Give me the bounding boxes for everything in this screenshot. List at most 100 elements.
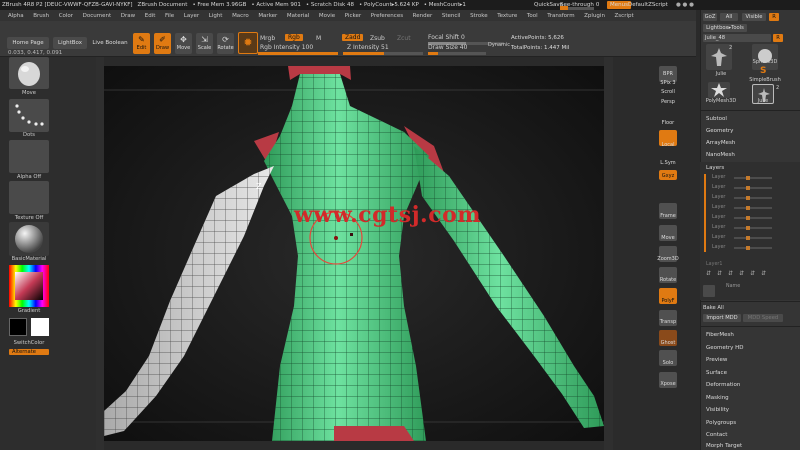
layer-strength-slider[interactable] <box>734 246 772 250</box>
menu-layer[interactable]: Layer <box>184 13 199 19</box>
menu-zplugin[interactable]: Zplugin <box>584 13 605 19</box>
mrgb-button[interactable]: Mrgb <box>260 35 275 42</box>
layer-row[interactable]: Layer <box>712 235 774 241</box>
material-selector[interactable] <box>9 222 49 256</box>
fibermesh-item[interactable]: FiberMesh <box>706 332 734 338</box>
layer-row[interactable]: Layer <box>712 215 774 221</box>
layer-row[interactable]: Layer <box>712 175 774 181</box>
menu-light[interactable]: Light <box>209 13 223 19</box>
lightbox-tools-button[interactable]: Lightbox▸Tools <box>703 24 747 32</box>
alpha-selector[interactable] <box>9 140 49 173</box>
brush-thumbnail[interactable]: ✹ <box>238 32 258 54</box>
surface-item[interactable]: Surface <box>706 370 727 376</box>
r-button[interactable]: R <box>769 13 779 21</box>
arraymesh-item[interactable]: ArrayMesh <box>706 140 735 146</box>
nanomesh-item[interactable]: NanoMesh <box>706 152 735 158</box>
brush-selector[interactable] <box>9 57 49 89</box>
r-tool-button[interactable]: R <box>773 34 783 42</box>
visible-button[interactable]: Visible <box>742 13 766 21</box>
deformation-item[interactable]: Deformation <box>706 382 740 388</box>
live-boolean-button[interactable]: Live Boolean <box>90 37 130 49</box>
layer-row[interactable]: Layer <box>712 205 774 211</box>
menu-transform[interactable]: Transform <box>547 13 574 19</box>
layer-strength-slider[interactable] <box>734 186 772 190</box>
m-button[interactable]: M <box>316 35 321 42</box>
all-button[interactable]: All <box>720 13 738 21</box>
import-mdd-button[interactable]: Import MDD <box>703 314 741 322</box>
subtool-item[interactable]: Subtool <box>706 116 727 122</box>
layers-scrollbar[interactable] <box>704 174 706 252</box>
tool-thumb-polymesh3d[interactable] <box>708 82 730 98</box>
menu-preferences[interactable]: Preferences <box>371 13 403 19</box>
spix-label[interactable]: SPix 3 <box>653 80 683 86</box>
draw-size-slider[interactable] <box>428 52 486 55</box>
rgb-button[interactable]: Rgb <box>285 34 303 41</box>
menu-stencil[interactable]: Stencil <box>442 13 461 19</box>
layer-strength-slider[interactable] <box>734 176 772 180</box>
zsub-button[interactable]: Zsub <box>370 35 385 42</box>
preview-item[interactable]: Preview <box>706 357 727 363</box>
menu-edit[interactable]: Edit <box>145 13 156 19</box>
default-zscript[interactable]: DefaultZScript <box>628 2 668 8</box>
morph-target-item[interactable]: Morph Target <box>706 443 742 449</box>
viewport-canvas[interactable]: Z www.cgtsj.com <box>104 66 604 441</box>
layers-title[interactable]: Layers <box>706 165 724 171</box>
menu-texture[interactable]: Texture <box>497 13 517 19</box>
gradient-label[interactable]: Gradient <box>9 308 49 314</box>
layer-strength-slider[interactable] <box>734 236 772 240</box>
lsym-button[interactable]: L.Sym <box>653 160 683 166</box>
layer-row[interactable]: Layer <box>712 225 774 231</box>
dynamic-toggle[interactable]: Dynamic <box>488 42 510 48</box>
layer-row[interactable]: Layer <box>712 195 774 201</box>
floor-button[interactable]: Floor <box>653 120 683 126</box>
masking-item[interactable]: Masking <box>706 395 729 401</box>
layer-strength-slider[interactable] <box>734 196 772 200</box>
menu-tool[interactable]: Tool <box>527 13 538 19</box>
secondary-color-swatch[interactable] <box>31 318 49 336</box>
zcut-button[interactable]: Zcut <box>397 35 411 42</box>
mdd-speed-slider[interactable]: MDD Speed <box>743 314 783 322</box>
layer-new-button[interactable] <box>703 285 715 297</box>
menu-material[interactable]: Material <box>287 13 309 19</box>
menu-picker[interactable]: Picker <box>345 13 361 19</box>
current-tool-name[interactable]: Julie_48 <box>703 34 771 42</box>
menu-document[interactable]: Document <box>83 13 112 19</box>
menu-marker[interactable]: Marker <box>258 13 277 19</box>
stroke-selector[interactable] <box>9 99 49 132</box>
menu-macro[interactable]: Macro <box>232 13 249 19</box>
menu-zscript[interactable]: Zscript <box>615 13 634 19</box>
layer-strength-slider[interactable] <box>734 226 772 230</box>
geometry-item[interactable]: Geometry <box>706 128 733 134</box>
lightbox-button[interactable]: LightBox <box>53 37 87 49</box>
rotate-button[interactable]: ⟳ Rotate <box>217 33 234 54</box>
edit-button[interactable]: ✎ Edit <box>133 33 150 54</box>
z-intensity-slider[interactable] <box>343 52 423 55</box>
polygroups-item[interactable]: Polygroups <box>706 420 736 426</box>
texture-selector[interactable] <box>9 181 49 214</box>
menu-render[interactable]: Render <box>413 13 433 19</box>
quicksave-button[interactable]: QuickSave <box>534 2 563 8</box>
visibility-item[interactable]: Visibility <box>706 407 729 413</box>
scroll-button[interactable]: Scroll <box>653 89 683 95</box>
primary-color-swatch[interactable] <box>9 318 27 336</box>
window-controls[interactable]: ● ● ● <box>676 2 694 8</box>
scale-button[interactable]: ⇲ Scale <box>196 33 213 54</box>
layer-strength-slider[interactable] <box>734 216 772 220</box>
bake-all-button[interactable]: Bake All <box>703 304 731 312</box>
layer-row[interactable]: Layer <box>712 185 774 191</box>
menu-color[interactable]: Color <box>59 13 73 19</box>
layer-name-field[interactable]: Name <box>726 284 740 289</box>
menu-draw[interactable]: Draw <box>121 13 135 19</box>
color-picker[interactable] <box>9 265 49 307</box>
move-button[interactable]: ✥ Move <box>175 33 192 54</box>
menu-alpha[interactable]: Alpha <box>8 13 24 19</box>
zadd-button[interactable]: Zadd <box>342 34 364 41</box>
menu-file[interactable]: File <box>165 13 174 19</box>
menu-stroke[interactable]: Stroke <box>470 13 488 19</box>
geometry-hd-item[interactable]: Geometry HD <box>706 345 744 351</box>
menu-movie[interactable]: Movie <box>319 13 335 19</box>
layer-tools-row[interactable]: ⇵⇵⇵⇵⇵⇵ <box>706 270 796 277</box>
menu-brush[interactable]: Brush <box>33 13 49 19</box>
layer-strength-slider[interactable] <box>734 206 772 210</box>
goz-button[interactable]: GoZ <box>703 13 717 21</box>
